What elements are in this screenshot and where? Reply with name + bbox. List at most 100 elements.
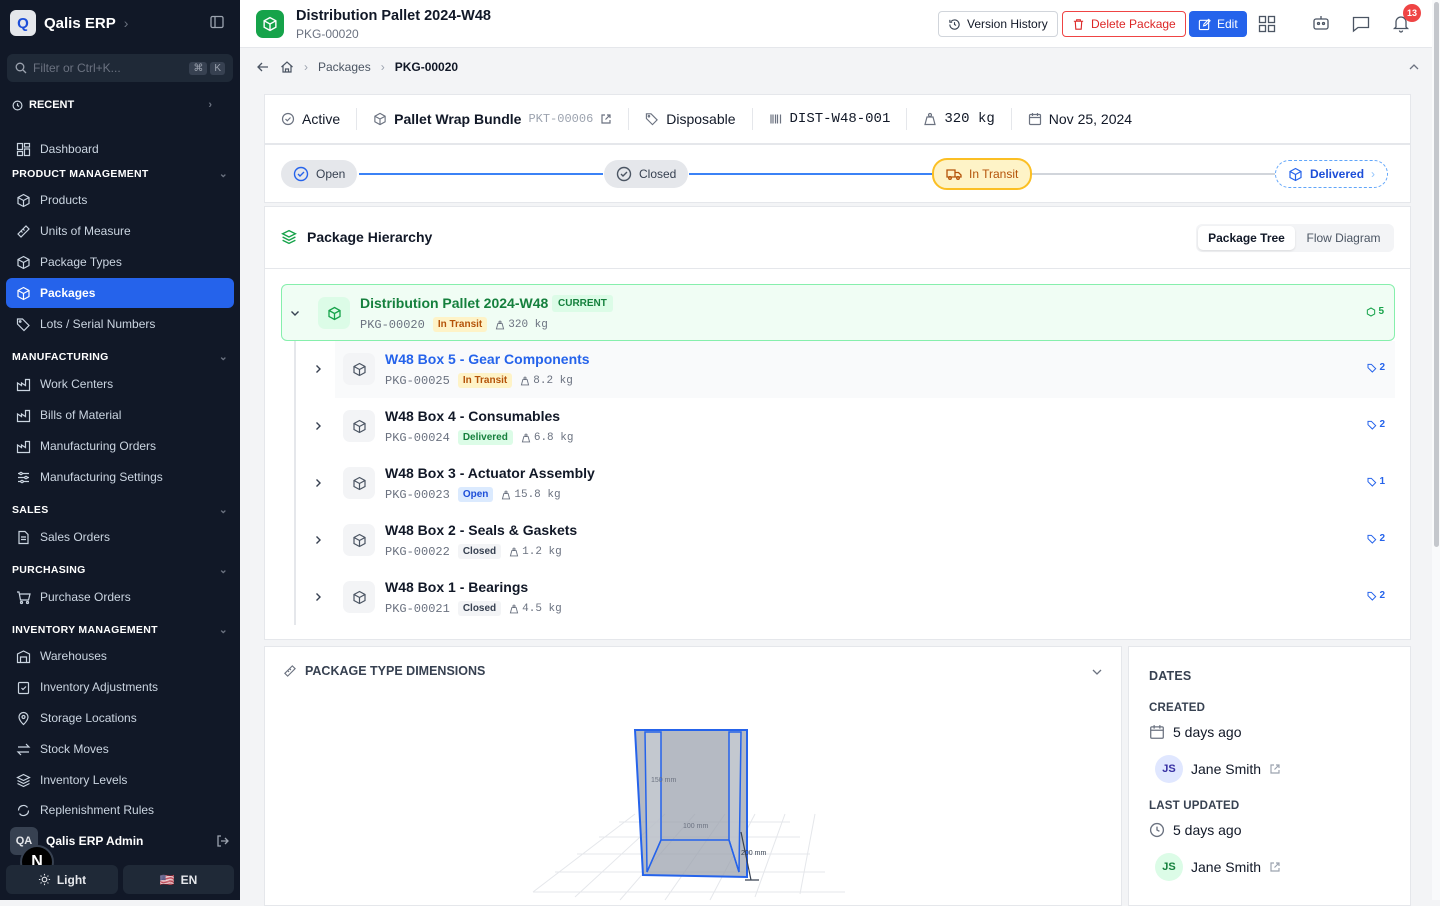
chevron-down-icon: ⌄: [218, 168, 228, 180]
tag-icon: [1367, 363, 1377, 373]
external-link-icon[interactable]: [600, 113, 612, 125]
theme-toggle-button[interactable]: Light: [6, 865, 118, 894]
node-name[interactable]: W48 Box 1 - Bearings: [385, 579, 528, 595]
child-package-node[interactable]: W48 Box 1 - Bearings PKG-00021 Closed 4.…: [316, 569, 1395, 626]
home-icon[interactable]: [280, 60, 294, 74]
delete-package-button[interactable]: Delete Package: [1062, 11, 1186, 37]
logout-icon[interactable]: [216, 834, 230, 848]
timeline-step-open[interactable]: Open: [281, 160, 358, 188]
package-type-dimensions-panel: PACKAGE TYPE DIMENSIONS 150 mm 100 mm 20…: [264, 646, 1122, 906]
timeline-step-closed[interactable]: Closed: [604, 160, 689, 188]
section-manufacturing[interactable]: MANUFACTURING ⌄: [12, 351, 228, 363]
chevron-down-icon[interactable]: [1091, 667, 1103, 677]
timeline-step-in-transit[interactable]: In Transit: [932, 158, 1033, 190]
language-button[interactable]: 🇺🇸 EN: [123, 865, 234, 894]
chevron-right-icon[interactable]: [312, 477, 324, 489]
created-by-name[interactable]: Jane Smith: [1191, 761, 1261, 777]
app-logo[interactable]: Q Qalis ERP ›: [10, 10, 128, 36]
created-by-row[interactable]: JS Jane Smith: [1155, 755, 1281, 783]
chevron-down-icon[interactable]: [289, 307, 301, 319]
node-name[interactable]: W48 Box 2 - Seals & Gaskets: [385, 522, 577, 538]
version-history-button[interactable]: Version History: [938, 11, 1058, 37]
section-sales[interactable]: SALES ⌄: [12, 504, 228, 516]
timeline-connector: [1030, 173, 1275, 175]
tab-package-tree[interactable]: Package Tree: [1198, 226, 1295, 250]
timeline-step-delivered[interactable]: Delivered ›: [1275, 160, 1389, 188]
nav-label: Inventory Levels: [40, 773, 128, 787]
nav-label: Work Centers: [40, 377, 114, 391]
cart-icon: [17, 590, 31, 604]
sidebar-item-manufacturing-settings[interactable]: Manufacturing Settings: [6, 462, 234, 492]
trash-icon: [1073, 18, 1084, 30]
apps-grid-icon[interactable]: [1258, 15, 1276, 33]
recent-section[interactable]: RECENT ›: [12, 99, 212, 111]
sidebar-item-lots-serial-numbers[interactable]: Lots / Serial Numbers: [6, 309, 234, 339]
sidebar-item-manufacturing-orders[interactable]: Manufacturing Orders: [6, 431, 234, 461]
sidebar-item-sales-orders[interactable]: Sales Orders: [6, 522, 234, 552]
section-purchasing[interactable]: PURCHASING ⌄: [12, 564, 228, 576]
chevron-right-icon[interactable]: [312, 363, 324, 375]
sidebar-filter-input[interactable]: Filter or Ctrl+K... ⌘ K: [7, 54, 233, 82]
page-subtitle: PKG-00020: [296, 27, 359, 41]
sidebar-item-packages[interactable]: Packages: [6, 278, 234, 308]
weight-text: 15.8 kg: [514, 488, 561, 501]
calendar-icon: [1028, 113, 1041, 126]
scrollbar-thumb[interactable]: [1434, 2, 1439, 547]
node-name[interactable]: W48 Box 5 - Gear Components: [385, 351, 590, 367]
chevron-up-icon[interactable]: [1408, 62, 1420, 72]
sidebar-item-work-centers[interactable]: Work Centers: [6, 369, 234, 399]
page-header: Distribution Pallet 2024-W48 PKG-00020 V…: [240, 0, 1432, 48]
weight-item: 320 kg: [907, 108, 1012, 130]
external-link-icon[interactable]: [1269, 763, 1281, 775]
nav-label: Units of Measure: [40, 224, 131, 238]
sidebar-item-replenishment-rules[interactable]: Replenishment Rules: [6, 796, 234, 818]
sidebar-item-units-of-measure[interactable]: Units of Measure: [6, 216, 234, 246]
chevron-right-icon[interactable]: [312, 420, 324, 432]
arrows-left-right-icon: [16, 743, 31, 755]
node-name[interactable]: W48 Box 3 - Actuator Assembly: [385, 465, 595, 481]
sidebar-collapse-icon[interactable]: [210, 15, 224, 29]
updated-by-name[interactable]: Jane Smith: [1191, 859, 1261, 875]
sidebar-item-inventory-adjustments[interactable]: Inventory Adjustments: [6, 672, 234, 702]
edit-button[interactable]: Edit: [1189, 11, 1247, 37]
child-package-node[interactable]: W48 Box 3 - Actuator Assembly PKG-00023 …: [316, 455, 1395, 512]
page-scrollbar[interactable]: [1432, 0, 1440, 900]
section-product-management[interactable]: PRODUCT MANAGEMENT ⌄: [12, 168, 228, 180]
weight-text: 8.2 kg: [533, 374, 573, 387]
back-arrow-icon[interactable]: [256, 60, 270, 74]
sidebar-item-purchase-orders[interactable]: Purchase Orders: [6, 582, 234, 612]
sidebar-item-warehouses[interactable]: Warehouses: [6, 641, 234, 671]
assistant-icon[interactable]: [1312, 14, 1330, 32]
child-package-node[interactable]: W48 Box 5 - Gear Components PKG-00025 In…: [316, 341, 1395, 398]
node-name[interactable]: W48 Box 4 - Consumables: [385, 408, 560, 424]
sidebar-item-stock-moves[interactable]: Stock Moves: [6, 734, 234, 764]
sidebar-item-storage-locations[interactable]: Storage Locations: [6, 703, 234, 733]
sidebar-item-bills-of-material[interactable]: Bills of Material: [6, 400, 234, 430]
history-icon: [949, 18, 960, 30]
tab-flow-diagram[interactable]: Flow Diagram: [1295, 226, 1392, 250]
package-type-code: PKT-00006: [528, 112, 594, 126]
sidebar-item-package-types[interactable]: Package Types: [6, 247, 234, 277]
sidebar-item-dashboard[interactable]: Dashboard: [6, 134, 234, 164]
updated-label: LAST UPDATED: [1149, 800, 1240, 812]
item-count: 2: [1367, 533, 1385, 544]
section-inventory-management[interactable]: INVENTORY MANAGEMENT ⌄: [12, 624, 228, 636]
timeline-connector: [689, 173, 932, 175]
package-type-value[interactable]: Pallet Wrap Bundle: [394, 111, 521, 127]
3d-dimensions-view[interactable]: 150 mm 100 mm 200 mm: [515, 722, 865, 902]
weight-icon: [924, 112, 937, 126]
chevron-right-icon[interactable]: [312, 534, 324, 546]
sidebar-item-products[interactable]: Products: [6, 185, 234, 215]
sidebar-item-inventory-levels[interactable]: Inventory Levels: [6, 765, 234, 795]
root-package-node[interactable]: Distribution Pallet 2024-W48 CURRENT PKG…: [281, 284, 1395, 341]
chat-icon[interactable]: [1351, 14, 1371, 34]
chevron-right-icon: ›: [123, 15, 129, 31]
external-link-icon[interactable]: [1269, 861, 1281, 873]
nav-label: Warehouses: [40, 649, 107, 663]
chevron-right-icon[interactable]: [312, 591, 324, 603]
updated-by-row[interactable]: JS Jane Smith: [1155, 853, 1281, 881]
breadcrumb-packages[interactable]: Packages: [318, 60, 371, 74]
child-package-node[interactable]: W48 Box 4 - Consumables PKG-00024 Delive…: [316, 398, 1395, 455]
child-package-node[interactable]: W48 Box 2 - Seals & Gaskets PKG-00022 Cl…: [316, 512, 1395, 569]
barcode-item: DIST-W48-001: [753, 108, 908, 130]
